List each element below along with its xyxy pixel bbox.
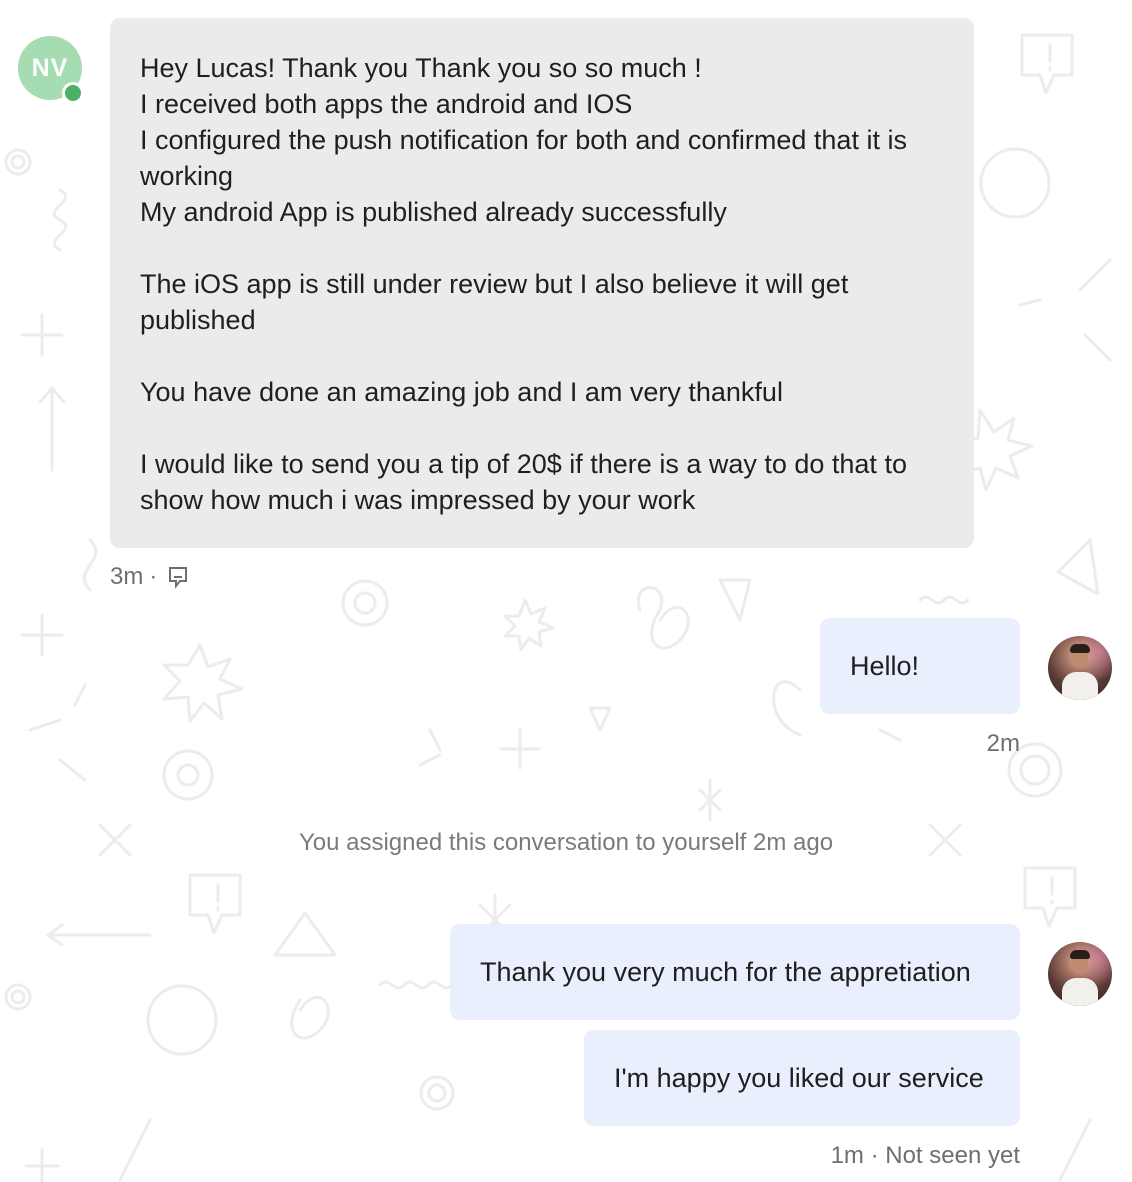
message-text: Hello! — [850, 651, 920, 681]
incoming-message-meta: 3m · — [110, 563, 189, 591]
message-line: I received both apps the android and IOS — [140, 89, 633, 119]
message-line: I configured the push notification for b… — [140, 125, 907, 155]
message-line: You have done an amazing job and I am ve… — [140, 377, 783, 407]
online-status-dot — [62, 82, 84, 104]
message-line: working — [140, 161, 234, 191]
message-time: 3m — [110, 563, 144, 590]
message-status: 1m · Not seen yet — [830, 1142, 1020, 1169]
message-line: Hey Lucas! Thank you Thank you so so muc… — [140, 53, 702, 83]
agent-avatar[interactable] — [1048, 942, 1112, 1006]
outgoing-message-bubble[interactable]: Thank you very much for the appretiation — [450, 924, 1020, 1020]
outgoing-message-bubble[interactable]: I'm happy you liked our service — [584, 1030, 1020, 1126]
agent-avatar[interactable] — [1048, 636, 1112, 700]
message-line — [140, 410, 944, 446]
message-line: published — [140, 305, 256, 335]
contact-initials: NV — [31, 53, 69, 82]
message-line: The iOS app is still under review but I … — [140, 269, 849, 299]
note-icon[interactable] — [167, 565, 189, 589]
system-event-message: You assigned this conversation to yourse… — [298, 829, 834, 856]
message-line: show how much i was impressed by your wo… — [140, 485, 696, 515]
outgoing-message-bubble[interactable]: Hello! — [820, 618, 1020, 714]
message-text: I'm happy you liked our service — [614, 1063, 984, 1093]
message-time: 2m — [986, 730, 1020, 757]
message-text: Thank you very much for the appretiation — [480, 957, 971, 987]
message-line: I would like to send you a tip of 20$ if… — [140, 449, 907, 479]
message-line — [140, 230, 944, 266]
conversation-panel: NV Hey Lucas! Thank you Thank you so so … — [0, 0, 1132, 1182]
message-line — [140, 338, 944, 374]
meta-separator: · — [149, 563, 158, 590]
incoming-message-bubble[interactable]: Hey Lucas! Thank you Thank you so so muc… — [110, 18, 974, 548]
message-line: My android App is published already succ… — [140, 197, 727, 227]
